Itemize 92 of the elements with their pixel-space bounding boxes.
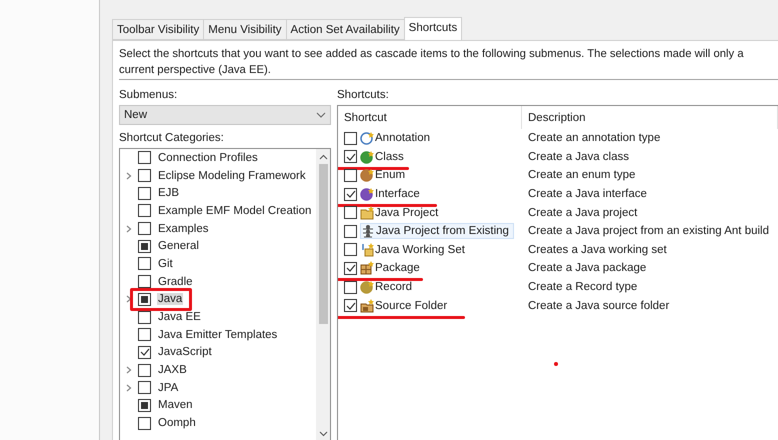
shortcut-name: Class [375, 150, 404, 163]
checkbox[interactable] [138, 364, 151, 377]
tab[interactable]: Menu Visibility [203, 19, 287, 40]
shortcut-name: Java Working Set [375, 244, 465, 256]
category-label[interactable]: Eclipse Modeling Framework [157, 170, 307, 182]
shortcut-name: Source Folder [375, 300, 448, 312]
checkbox[interactable] [344, 132, 357, 145]
description-cell-text: Create a Java source folder [527, 300, 670, 312]
source-folder-icon [360, 298, 375, 313]
category-label[interactable]: Connection Profiles [157, 152, 259, 164]
checkbox[interactable] [344, 150, 357, 164]
submenus-label: Submenus: [119, 88, 178, 103]
instructions-text: Select the shortcuts that you want to see added as cascade items to the following submenus. The selections made will only a current perspective (Java EE). [119, 46, 778, 80]
checkbox[interactable] [138, 310, 151, 324]
category-label[interactable]: Oomph [157, 417, 197, 430]
description-cell-text: Create a Java project from an existing Ant build [527, 225, 770, 238]
description-cell-text: Create a Java project [527, 206, 638, 219]
shortcuts-label: Shortcuts: [337, 88, 390, 103]
checkbox[interactable] [344, 188, 357, 201]
checkbox[interactable] [138, 328, 151, 342]
category-label[interactable]: Maven [157, 399, 194, 412]
checkbox[interactable] [344, 243, 357, 256]
checkbox[interactable] [138, 346, 151, 359]
package-icon [360, 261, 375, 276]
interface-icon [360, 187, 375, 202]
checkbox[interactable] [344, 168, 357, 182]
description-cell-text: Create a Java class [527, 150, 630, 163]
column-header[interactable]: Description [522, 106, 778, 129]
description-cell-text: Create a Java package [527, 262, 648, 274]
tab[interactable]: Action Set Availability [286, 19, 405, 40]
category-label[interactable]: General [157, 240, 200, 252]
checkbox[interactable] [138, 240, 151, 253]
class-icon [360, 150, 375, 164]
description-cell-text: Create a Record type [527, 281, 638, 294]
annotation-dot [554, 362, 558, 366]
category-label[interactable]: EJB [157, 187, 180, 200]
scrollbar-thumb[interactable] [318, 164, 328, 324]
checkbox[interactable] [138, 204, 151, 218]
shortcut-name: Java Project [375, 206, 438, 219]
tab[interactable]: Shortcuts [404, 17, 462, 40]
category-label[interactable]: Java EE [157, 311, 202, 324]
submenu-dropdown[interactable]: New [119, 105, 331, 125]
check-icon [346, 152, 356, 162]
checkbox[interactable] [138, 416, 151, 430]
chevron-down-icon [316, 112, 326, 118]
column-header[interactable]: Shortcut [338, 106, 522, 129]
category-label[interactable]: Examples [157, 222, 210, 235]
description-cell-text: Create an enum type [527, 169, 636, 182]
checkbox[interactable] [138, 186, 151, 200]
scroll-down-icon[interactable] [318, 431, 328, 437]
description-cell-text: Create an annotation type [527, 132, 662, 144]
category-label[interactable]: Java [157, 293, 184, 306]
checkbox[interactable] [138, 169, 151, 182]
checkbox[interactable] [344, 299, 357, 312]
check-icon [346, 300, 356, 311]
shortcut-name: Java Project from Existing [376, 225, 509, 238]
working-set-icon [360, 242, 375, 257]
annotation-icon [360, 131, 375, 146]
categories-label: Shortcut Categories: [119, 131, 225, 146]
category-label[interactable]: Java Emitter Templates [157, 328, 278, 341]
check-icon [346, 189, 356, 200]
enum-icon [360, 168, 375, 182]
check-icon [346, 263, 356, 274]
checkbox[interactable] [138, 381, 151, 394]
shortcut-name: Interface [375, 188, 420, 200]
scroll-up-icon[interactable] [318, 154, 328, 160]
checkbox[interactable] [344, 224, 357, 238]
shortcut-name: Record [375, 281, 412, 294]
shortcut-name: Package [375, 262, 420, 274]
checkbox[interactable] [344, 280, 357, 294]
checkbox[interactable] [138, 292, 151, 306]
record-icon [360, 280, 375, 294]
category-label[interactable]: Gradle [157, 276, 194, 288]
checkbox[interactable] [344, 262, 357, 275]
category-label[interactable]: JAXB [157, 364, 188, 376]
checkbox[interactable] [344, 206, 357, 220]
shortcut-name: Enum [375, 169, 406, 182]
category-label[interactable]: Example EMF Model Creation [157, 204, 312, 217]
category-label[interactable]: JavaScript [157, 346, 213, 358]
checkbox[interactable] [138, 275, 151, 288]
shortcut-name: Annotation [375, 132, 430, 144]
category-label[interactable]: Git [157, 258, 174, 270]
tab[interactable]: Toolbar Visibility [112, 19, 204, 40]
check-icon [140, 347, 150, 358]
checkbox[interactable] [138, 151, 151, 164]
description-cell-text: Create a Java interface [527, 188, 648, 200]
checkbox[interactable] [138, 222, 151, 236]
folder-icon [360, 206, 375, 220]
checkbox[interactable] [138, 257, 151, 270]
checkbox[interactable] [138, 398, 151, 412]
description-cell-text: Creates a Java working set [527, 244, 668, 256]
category-label[interactable]: JPA [157, 382, 180, 394]
